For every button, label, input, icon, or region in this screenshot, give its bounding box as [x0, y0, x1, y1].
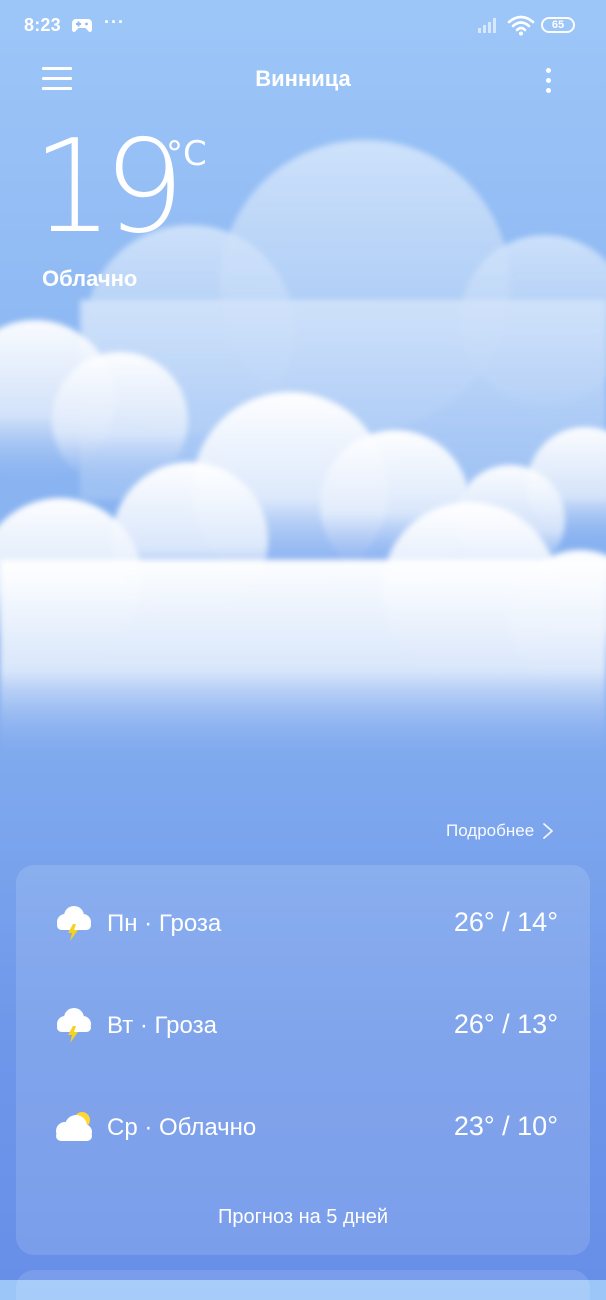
city-title[interactable]: Винница: [153, 66, 453, 92]
signal-icon: [478, 18, 496, 33]
forecast-row-tuesday[interactable]: Вт · Гроза 26° / 13°: [16, 995, 590, 1055]
forecast-temp-range: 26° / 13°: [453, 1009, 558, 1039]
thunderstorm-icon: [57, 1008, 91, 1043]
overflow-dot: [546, 78, 551, 83]
forecast-temp-range: 26° / 14°: [453, 907, 558, 937]
current-temperature: 19: [32, 113, 185, 262]
forecast-day-label: Пн · Гроза: [107, 910, 222, 937]
menu-icon-line: [42, 87, 72, 90]
gamepad-icon: [72, 19, 92, 32]
thunderstorm-icon: [57, 906, 91, 941]
current-condition: Облачно: [42, 266, 138, 291]
app-header: Винница: [0, 54, 606, 108]
wifi-icon: [507, 15, 535, 36]
next-card-edge: [16, 1270, 590, 1300]
overflow-dot: [546, 68, 551, 73]
chevron-right-icon: [543, 823, 554, 839]
menu-icon-line: [42, 67, 72, 70]
overflow-dot: [546, 88, 551, 93]
forecast-card: Пн · Гроза 26° / 14° Вт · Гроза 26° / 13…: [16, 865, 590, 1255]
status-bar: 8:23 ··· 65: [0, 0, 606, 54]
overflow-menu-button[interactable]: [533, 62, 563, 98]
status-time: 8:23: [24, 15, 61, 35]
five-day-forecast-button[interactable]: Прогноз на 5 дней: [16, 1199, 590, 1235]
details-link-label: Подробнее: [446, 821, 535, 840]
forecast-temp-range: 23° / 10°: [453, 1111, 558, 1141]
forecast-day-label: Вт · Гроза: [107, 1012, 217, 1039]
battery-level: 65: [551, 19, 565, 31]
forecast-row-monday[interactable]: Пн · Гроза 26° / 14°: [16, 893, 590, 953]
details-link[interactable]: Подробнее: [446, 818, 554, 844]
forecast-row-wednesday[interactable]: Ср · Облачно 23° / 10°: [16, 1097, 590, 1157]
temperature-unit: °C: [166, 134, 207, 174]
more-dots-icon: ···: [104, 12, 125, 32]
forecast-day-label: Ср · Облачно: [107, 1114, 257, 1141]
menu-button[interactable]: [38, 64, 76, 96]
menu-icon-line: [42, 77, 72, 80]
partly-cloudy-icon: [56, 1112, 92, 1141]
battery-icon: 65: [541, 17, 577, 33]
